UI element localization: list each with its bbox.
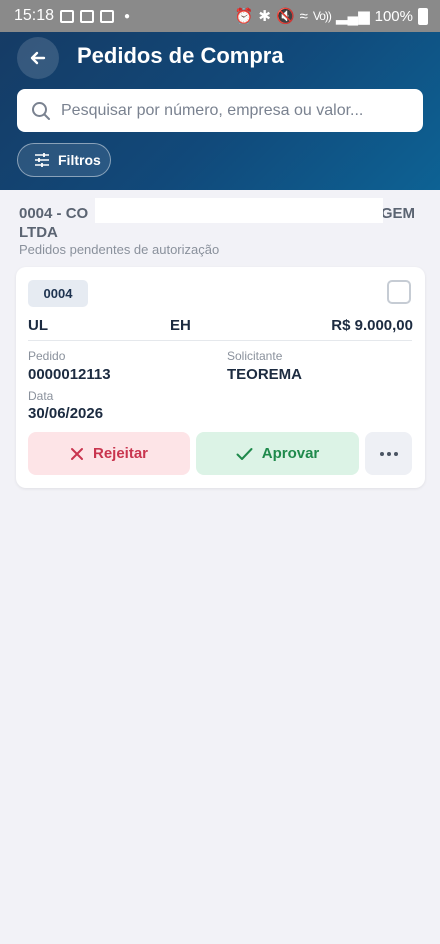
company-name-end: EH [170, 317, 191, 334]
approve-button[interactable]: Aprovar [196, 432, 359, 475]
more-notifications-icon: ● [124, 10, 131, 22]
reject-label: Rejeitar [92, 445, 149, 462]
group-title-end: GEM [380, 205, 415, 222]
pedido-label: Pedido [28, 349, 66, 363]
bluetooth-icon: ✱ [258, 8, 271, 25]
notification-icon [60, 9, 75, 23]
page-title: Pedidos de Compra [77, 43, 284, 68]
signal-icon: ▂▄▆ [335, 8, 370, 25]
redaction-box [95, 198, 383, 223]
solicitante-label: Solicitante [227, 349, 283, 363]
more-horizontal-icon [379, 451, 398, 456]
sliders-icon [35, 153, 49, 167]
divider [28, 340, 412, 341]
image-icon [100, 9, 115, 23]
group-title-start: 0004 - CO [19, 205, 89, 222]
mute-icon: 🔇 [275, 8, 295, 25]
wifi-icon: ≈ [299, 7, 308, 25]
search-bar[interactable] [17, 89, 423, 132]
group-subtitle: Pedidos pendentes de autorização [19, 242, 220, 257]
group-title-line2: LTDA [19, 224, 58, 241]
data-label: Data [28, 389, 54, 403]
alarm-icon: ⏰ [234, 8, 254, 25]
order-badge: 0004 [28, 280, 88, 307]
back-button[interactable] [17, 37, 59, 79]
arrow-left-icon [30, 51, 46, 65]
company-name: UL [28, 317, 48, 334]
order-card[interactable]: 0004 UL EH R$ 9.000,00 Pedido 0000012113… [16, 267, 425, 488]
status-bar: 15:18 ● ⏰ ✱ 🔇 ≈ Vo)) ▂▄▆ 100% [0, 0, 440, 32]
battery-text: 100% [374, 7, 413, 25]
data-value: 30/06/2026 [28, 405, 104, 422]
search-input[interactable] [61, 101, 401, 120]
search-icon [32, 101, 50, 120]
redaction-box [48, 313, 170, 337]
close-icon [70, 447, 83, 460]
more-options-button[interactable] [365, 432, 412, 475]
status-time: 15:18 [14, 7, 55, 24]
order-amount: R$ 9.000,00 [331, 317, 413, 334]
reject-button[interactable]: Rejeitar [28, 432, 190, 475]
volte-label: Vo)) [312, 9, 332, 23]
battery-icon [418, 7, 428, 25]
filter-button[interactable]: Filtros [17, 143, 111, 177]
solicitante-value: TEOREMA [227, 366, 302, 383]
filter-label: Filtros [58, 152, 101, 168]
check-icon [236, 447, 253, 460]
notification-icon [80, 9, 95, 23]
pedido-value: 0000012113 [28, 366, 111, 383]
select-checkbox[interactable] [387, 280, 411, 304]
approve-label: Aprovar [261, 445, 320, 462]
